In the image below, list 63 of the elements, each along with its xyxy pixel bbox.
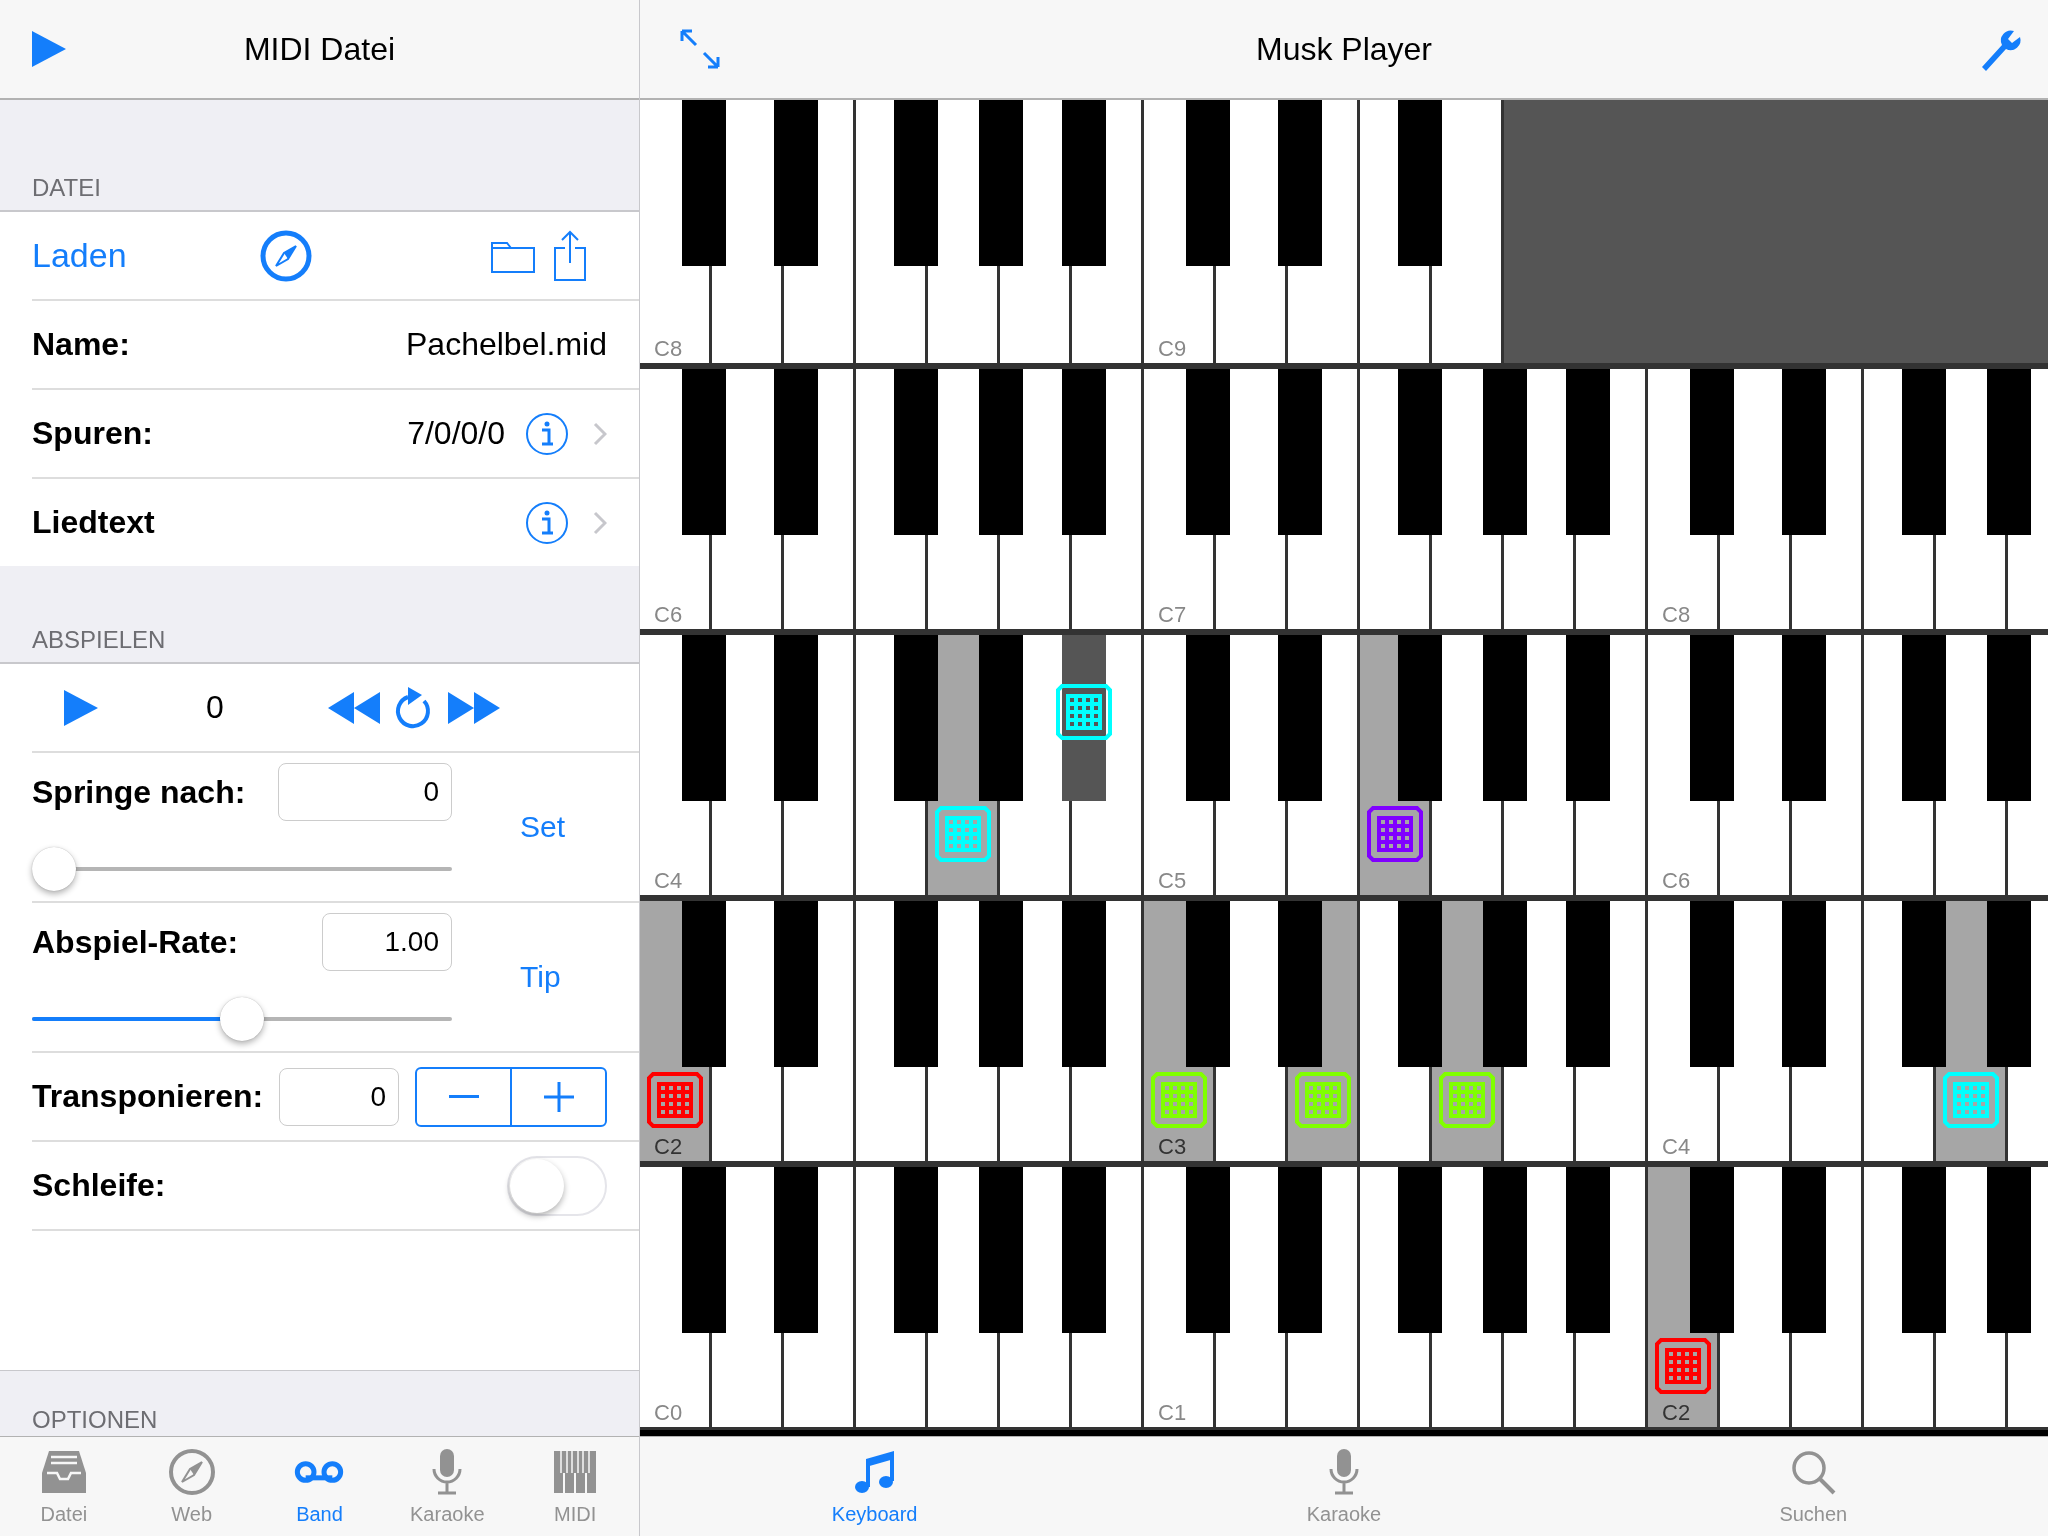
tab-tray[interactable]: Datei	[0, 1437, 128, 1536]
octave-label: C2	[654, 1134, 683, 1159]
name-label: Name:	[32, 326, 130, 363]
tab-piano[interactable]: MIDI	[511, 1437, 639, 1536]
octave-label: C0	[654, 1400, 683, 1425]
piano-keyboard-drawing[interactable]	[640, 898, 2048, 1164]
section-header: ABSPIELEN	[32, 626, 166, 654]
piano-keyboard-drawing[interactable]	[640, 100, 2048, 366]
tip-link[interactable]: Tip	[520, 960, 561, 994]
loop-toggle[interactable]	[507, 1155, 607, 1216]
compass-icon	[166, 1447, 217, 1497]
octave-label: C6	[1662, 868, 1691, 893]
jump-slider[interactable]	[32, 847, 452, 891]
set-link[interactable]: Set	[520, 810, 566, 844]
tracks-value: 7/0/0/0	[407, 415, 505, 452]
octave-label: C7	[1158, 602, 1187, 627]
octave-label: C2	[1662, 1400, 1691, 1425]
piano-keyboard-drawing[interactable]	[640, 366, 2048, 632]
octave-label: C6	[654, 602, 683, 627]
octave-label: C9	[1158, 336, 1187, 361]
tab-compass[interactable]: Web	[127, 1437, 256, 1536]
tab-note[interactable]: Keyboard	[640, 1437, 1110, 1536]
compass-icon[interactable]	[259, 229, 312, 282]
lyrics-label: Liedtext	[32, 504, 155, 541]
octave-label: C5	[1158, 868, 1187, 893]
piano-keyboard-drawing[interactable]	[640, 1164, 2048, 1430]
piano-keyboard-drawing[interactable]	[640, 632, 2048, 898]
info-icon[interactable]	[525, 411, 569, 456]
play-icon[interactable]	[64, 689, 98, 726]
nav-title: Musk Player	[1256, 30, 1432, 68]
minus-icon	[448, 1095, 479, 1098]
transpose-field[interactable]: 0	[279, 1067, 399, 1126]
octave-label: C8	[654, 336, 683, 361]
octave-label: C3	[1158, 1134, 1187, 1159]
section-header: OPTIONEN	[32, 1406, 158, 1434]
rate-label: Abspiel-Rate:	[32, 923, 239, 961]
jump-label: Springe nach:	[32, 773, 246, 811]
rewind-icon[interactable]	[327, 691, 380, 724]
loop-label: Schleife:	[32, 1167, 166, 1204]
info-icon[interactable]	[525, 500, 569, 545]
transpose-label: Transponieren:	[32, 1078, 264, 1115]
tab-search[interactable]: Suchen	[1578, 1437, 2048, 1536]
tab-mic[interactable]: Karaoke	[1109, 1437, 1579, 1536]
nav-title: MIDI Datei	[243, 30, 396, 68]
share-icon[interactable]	[553, 229, 587, 282]
section-header: DATEI	[32, 174, 101, 202]
rate-slider[interactable]	[32, 997, 452, 1041]
tab-mic[interactable]: Karaoke	[383, 1437, 512, 1536]
octave-label: C4	[654, 868, 683, 893]
octave-label: C1	[1158, 1400, 1187, 1425]
position-counter: 0	[206, 689, 224, 726]
octave-label: C4	[1662, 1134, 1691, 1159]
jump-field[interactable]: 0	[278, 763, 452, 821]
load-link[interactable]: Laden	[32, 236, 127, 275]
file-name: Pachelbel.mid	[406, 326, 607, 363]
play-icon[interactable]	[32, 31, 66, 67]
tracks-label: Spuren:	[32, 415, 153, 452]
fast-forward-icon[interactable]	[447, 691, 500, 724]
tab-tape[interactable]: Band	[255, 1437, 384, 1536]
expand-icon[interactable]	[678, 27, 722, 71]
octave-label: C8	[1662, 602, 1691, 627]
rate-field[interactable]: 1.00	[322, 913, 452, 971]
plus-icon	[543, 1081, 574, 1112]
